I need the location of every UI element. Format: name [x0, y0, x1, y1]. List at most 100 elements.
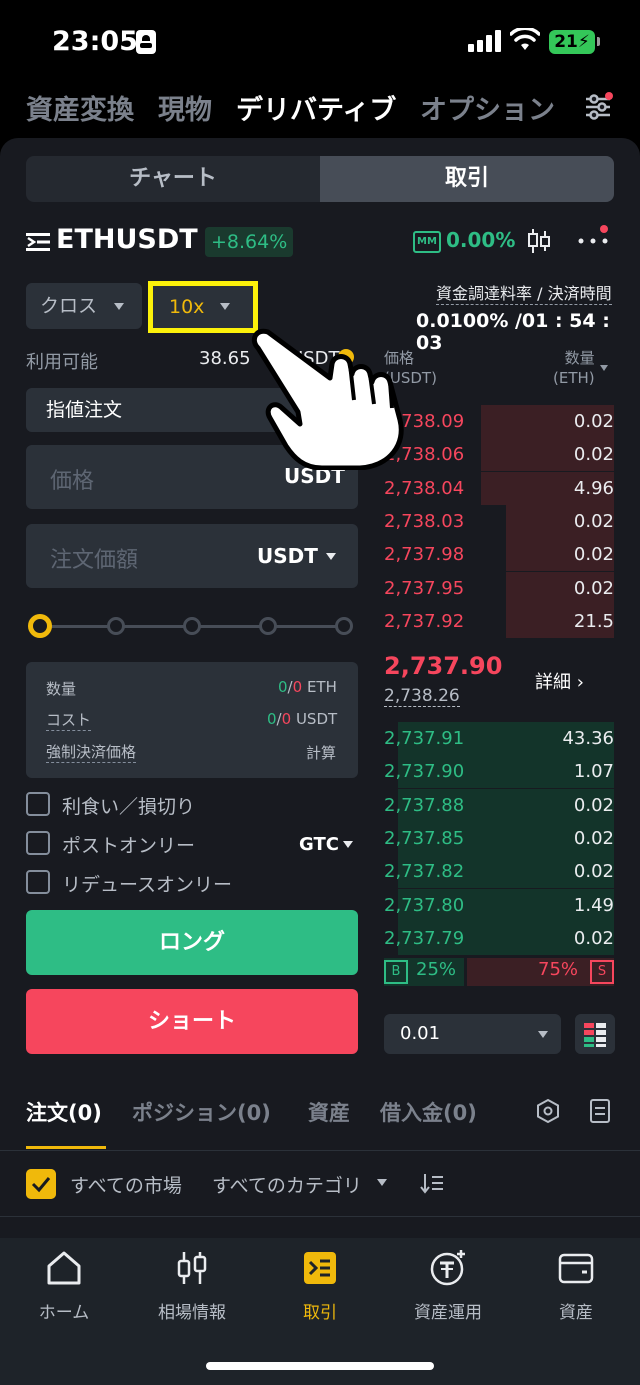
slider-node-75[interactable]: [259, 617, 277, 635]
divider: [0, 1150, 640, 1151]
tif-select[interactable]: GTC: [299, 834, 339, 855]
tab-orders[interactable]: 注文(0): [26, 1097, 102, 1127]
short-button[interactable]: ショート: [26, 989, 358, 1054]
symbol-menu-icon[interactable]: [26, 230, 50, 254]
signal-icon: [468, 30, 501, 52]
tab-assets[interactable]: 資産: [308, 1097, 350, 1127]
mm-rate[interactable]: 0.00%: [446, 228, 515, 252]
ob-qty: 0.02: [573, 794, 614, 816]
orderbook-layout-icon[interactable]: [575, 1014, 615, 1054]
wifi-icon: [510, 28, 540, 50]
ob-price: 2,738.04: [384, 477, 465, 499]
sell-ratio: 75%: [538, 959, 579, 980]
ob-price: 2,737.90: [384, 761, 465, 783]
reduce-only-checkbox[interactable]: [26, 870, 50, 894]
tab-derivatives[interactable]: デリバティブ: [236, 88, 396, 127]
qty-label: 数量: [46, 680, 77, 698]
ask-row[interactable]: 2,737.98 0.02: [384, 538, 614, 572]
last-price: 2,737.90: [384, 652, 503, 680]
segment-chart[interactable]: チャート: [26, 156, 320, 202]
slider-node-100[interactable]: [335, 617, 353, 635]
ask-row[interactable]: 2,738.03 0.02: [384, 504, 614, 538]
nav-label: 資産運用: [414, 1303, 482, 1323]
all-markets-label: すべての市場: [70, 1175, 182, 1197]
slider-handle[interactable]: [28, 614, 52, 638]
ob-price: 2,737.82: [384, 861, 465, 883]
document-icon[interactable]: [589, 1099, 611, 1123]
ob-price: 2,737.92: [384, 610, 465, 632]
tpsl-checkbox[interactable]: [26, 792, 50, 816]
bid-row[interactable]: 2,737.90 1.07: [384, 755, 614, 789]
battery-tip: [597, 37, 600, 46]
ask-row[interactable]: 2,737.95 0.02: [384, 571, 614, 605]
earn-icon: [430, 1250, 465, 1286]
home-icon: [47, 1251, 81, 1285]
chevron-down-icon: [220, 303, 230, 310]
qty-value: 0/0 ETH: [278, 678, 337, 696]
sort-icon[interactable]: [420, 1172, 444, 1194]
segment-trade[interactable]: 取引: [320, 156, 614, 202]
post-only-checkbox[interactable]: [26, 831, 50, 855]
ob-qty-header[interactable]: 数量 (ETH): [553, 348, 595, 388]
cost-value: 0/0 USDT: [267, 710, 338, 728]
bid-row[interactable]: 2,737.85 0.02: [384, 821, 614, 855]
mm-badge: MM: [413, 231, 441, 253]
status-time: 23:05: [52, 26, 138, 57]
ob-qty: 0.02: [573, 577, 614, 599]
hexagon-icon[interactable]: [536, 1098, 560, 1124]
market-icon: [177, 1252, 207, 1284]
ob-price: 2,737.80: [384, 894, 465, 916]
mark-price[interactable]: 2,738.26: [384, 686, 460, 707]
bid-row[interactable]: 2,737.82 0.02: [384, 855, 614, 889]
ask-row[interactable]: 2,738.04 4.96: [384, 471, 614, 505]
chevron-down-icon: [377, 1179, 387, 1186]
reduce-only-label: リデュースオンリー: [62, 874, 233, 896]
tpsl-label: 利食い／損切り: [62, 796, 196, 818]
margin-mode-select[interactable]: クロス: [26, 283, 142, 329]
ob-price: 2,737.88: [384, 794, 465, 816]
calculate-link[interactable]: 計算: [306, 742, 336, 763]
bid-row[interactable]: 2,737.88 0.02: [384, 788, 614, 822]
ob-price: 2,737.98: [384, 544, 465, 566]
bid-row[interactable]: 2,737.79 0.02: [384, 921, 614, 955]
depth-step-select[interactable]: 0.01: [384, 1014, 561, 1054]
price-placeholder: 価格: [50, 469, 95, 494]
chevron-down-icon: [600, 365, 608, 371]
nav-label: 資産: [559, 1303, 593, 1323]
detail-link[interactable]: 詳細 ›: [535, 668, 584, 694]
ask-row[interactable]: 2,737.92 21.5: [384, 604, 614, 638]
divider: [0, 1216, 640, 1217]
bid-row[interactable]: 2,737.80 1.49: [384, 888, 614, 922]
category-select[interactable]: すべてのカテゴリ: [212, 1171, 362, 1198]
liquidation-label[interactable]: 強制決済価格: [46, 741, 137, 763]
all-markets-checkbox[interactable]: [26, 1169, 56, 1199]
chevron-down-icon: [326, 553, 336, 560]
nav-label: 相場情報: [158, 1303, 226, 1323]
funding-value: 0.0100% /01 : 54 : 03: [416, 310, 610, 354]
tab-borrow[interactable]: 借入金(0): [380, 1097, 477, 1127]
home-indicator: [206, 1362, 434, 1370]
margin-mode-label: クロス: [40, 295, 98, 317]
tab-convert[interactable]: 資産変換: [26, 88, 134, 127]
available-label: 利用可能: [26, 352, 98, 373]
notification-dot: [605, 92, 613, 100]
amount-unit-select[interactable]: USDT: [257, 544, 318, 568]
ob-qty: 0.02: [573, 861, 614, 883]
cost-label[interactable]: コスト: [46, 709, 92, 731]
ob-price: 2,737.79: [384, 927, 465, 949]
bid-row[interactable]: 2,737.91 43.36: [384, 722, 614, 755]
more-icon[interactable]: [578, 238, 608, 244]
tab-spot[interactable]: 現物: [158, 88, 212, 127]
funding-label[interactable]: 資金調達料率 / 決済時間: [436, 280, 612, 305]
active-tab-indicator: [26, 1146, 106, 1149]
tab-positions[interactable]: ポジション(0): [132, 1097, 271, 1127]
ob-qty: 0.02: [573, 544, 614, 566]
symbol-name[interactable]: ETHUSDT: [56, 224, 198, 255]
candlestick-icon[interactable]: [524, 226, 554, 256]
slider-node-50[interactable]: [183, 617, 201, 635]
long-button[interactable]: ロング: [26, 910, 358, 975]
ob-price: 2,737.95: [384, 577, 465, 599]
ob-price: 2,737.85: [384, 827, 465, 849]
slider-node-25[interactable]: [107, 617, 125, 635]
tab-options[interactable]: オプション: [420, 88, 555, 127]
